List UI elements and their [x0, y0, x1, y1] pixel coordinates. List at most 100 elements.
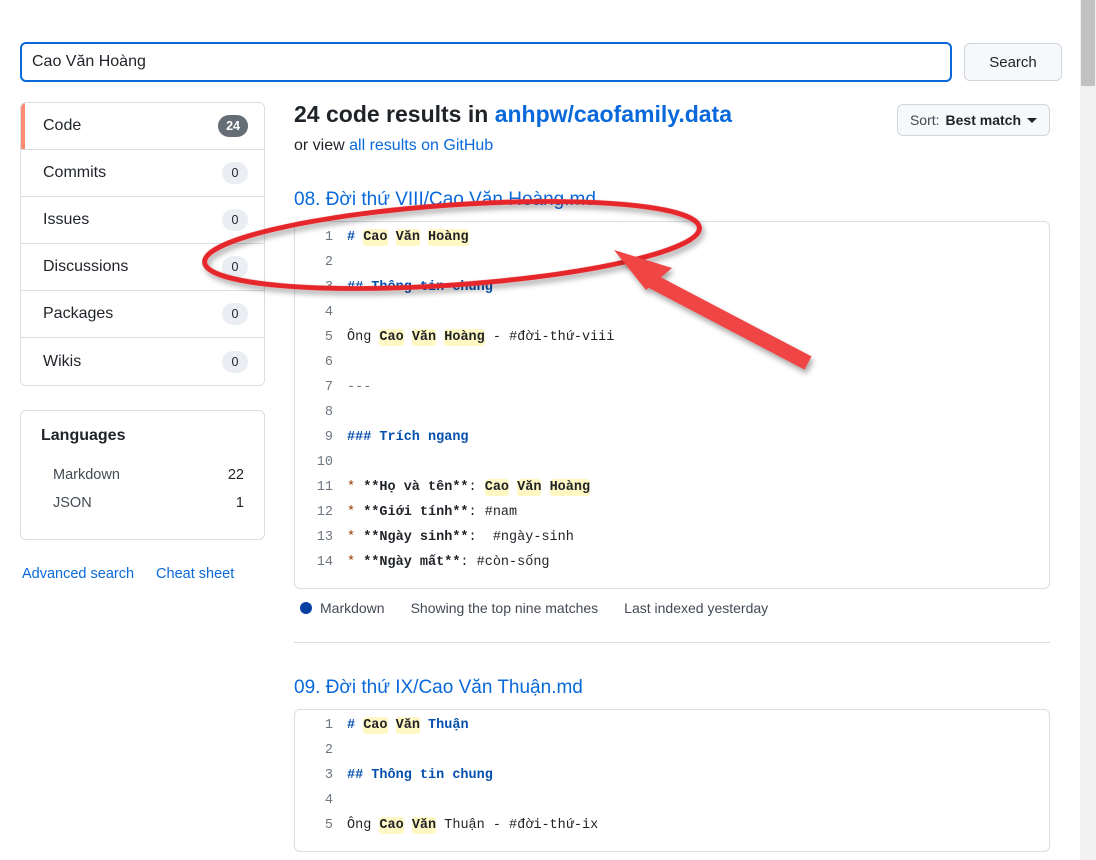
line-number: 11	[295, 480, 347, 495]
chevron-down-icon	[1027, 118, 1037, 123]
cheat-sheet-link[interactable]: Cheat sheet	[156, 566, 234, 582]
line-number: 10	[295, 455, 347, 470]
code-segment: ### Trích ngang	[347, 430, 469, 445]
line-number: 3	[295, 280, 347, 295]
sidebar-item-label: Packages	[43, 305, 113, 323]
code-line: 7---	[295, 380, 1049, 405]
search-term-highlight: Hoàng	[550, 479, 591, 496]
language-filter-markdown[interactable]: Markdown 22	[41, 461, 244, 489]
language-count: 22	[228, 467, 244, 483]
result-metadata: Markdown Showing the top nine matches La…	[294, 600, 1050, 616]
code-line: 5Ông Cao Văn Hoàng - #đời-thứ-viii	[295, 330, 1049, 355]
language-filter-json[interactable]: JSON 1	[41, 489, 244, 517]
sidebar-item-label: Wikis	[43, 353, 81, 371]
code-line: 1# Cao Văn Hoàng	[295, 230, 1049, 255]
code-segment: **Ngày mất**	[363, 555, 460, 570]
line-content: ### Trích ngang	[347, 430, 469, 445]
search-term-highlight: Cao	[363, 717, 387, 734]
or-view-prefix: or view	[294, 137, 349, 154]
sidebar-item-packages[interactable]: Packages 0	[21, 291, 264, 338]
results-divider	[294, 642, 1050, 643]
code-segment	[388, 718, 396, 733]
code-line: 4	[295, 305, 1049, 330]
code-line: 9### Trích ngang	[295, 430, 1049, 455]
code-line: 13* **Ngày sinh**: #ngày-sinh	[295, 530, 1049, 555]
code-segment	[509, 480, 517, 495]
sidebar-item-label: Discussions	[43, 258, 128, 276]
language-name: Markdown	[53, 467, 120, 483]
search-bar: Search	[20, 42, 1080, 82]
line-number: 13	[295, 530, 347, 545]
code-line: 1# Cao Văn Thuận	[295, 718, 1049, 743]
search-button[interactable]: Search	[964, 43, 1062, 81]
line-content: ## Thông tin chung	[347, 768, 493, 783]
search-input[interactable]	[32, 53, 940, 71]
line-content: * **Họ và tên**: Cao Văn Hoàng	[347, 480, 590, 495]
line-content: * **Ngày mất**: #còn-sống	[347, 555, 550, 570]
line-content: Ông Cao Văn Hoàng - #đời-thứ-viii	[347, 330, 614, 345]
line-number: 2	[295, 743, 347, 758]
code-line: 14* **Ngày mất**: #còn-sống	[295, 555, 1049, 580]
page-scrollbar-thumb[interactable]	[1081, 0, 1095, 86]
sidebar-item-commits[interactable]: Commits 0	[21, 150, 264, 197]
sidebar-item-issues[interactable]: Issues 0	[21, 197, 264, 244]
result-language: Markdown	[300, 600, 385, 616]
search-term-highlight: Văn	[396, 229, 420, 246]
sidebar-links: Advanced search Cheat sheet	[20, 566, 265, 582]
page-scrollbar-track[interactable]	[1080, 0, 1096, 860]
code-segment: *	[347, 555, 363, 570]
results-main: 24 code results in anhpw/caofamily.data …	[294, 100, 1050, 852]
repository-link[interactable]: anhpw/caofamily.data	[495, 101, 732, 127]
line-number: 5	[295, 330, 347, 345]
advanced-search-link[interactable]: Advanced search	[22, 566, 134, 582]
code-line: 2	[295, 255, 1049, 280]
search-result-item: 08. Đời thứ VIII/Cao Văn Hoàng.md 1# Cao…	[294, 189, 1050, 616]
line-number: 8	[295, 405, 347, 420]
sidebar-item-label: Commits	[43, 164, 106, 182]
sidebar-item-label: Issues	[43, 211, 89, 229]
result-file-link[interactable]: 09. Đời thứ IX/Cao Văn Thuận.md	[294, 677, 1050, 699]
result-language-label: Markdown	[320, 600, 385, 616]
code-segment: Thuận	[420, 718, 469, 733]
code-line: 4	[295, 793, 1049, 818]
line-number: 2	[295, 255, 347, 270]
sidebar-item-wikis[interactable]: Wikis 0	[21, 338, 264, 385]
sidebar-item-code[interactable]: Code 24	[21, 103, 264, 150]
all-results-link[interactable]: all results on GitHub	[349, 137, 493, 154]
results-header-text: 24 code results in anhpw/caofamily.data …	[294, 100, 732, 155]
code-preview[interactable]: 1# Cao Văn Thuận23## Thông tin chung45Ôn…	[294, 709, 1050, 852]
search-term-highlight: Văn	[412, 817, 436, 834]
code-line: 6	[295, 355, 1049, 380]
code-line: 12* **Giới tính**: #nam	[295, 505, 1049, 530]
results-subtext: or view all results on GitHub	[294, 137, 732, 155]
line-number: 9	[295, 430, 347, 445]
code-segment: *	[347, 480, 363, 495]
line-content: ## Thông tin chung	[347, 280, 493, 295]
code-preview[interactable]: 1# Cao Văn Hoàng2 3## Thông tin chung 45Ôn…	[294, 221, 1050, 589]
search-term-highlight: Văn	[412, 329, 436, 346]
sidebar-item-count: 0	[222, 256, 248, 278]
search-term-highlight: Văn	[517, 479, 541, 496]
language-name: JSON	[53, 495, 92, 511]
code-line: 2	[295, 743, 1049, 768]
line-content: ---	[347, 380, 371, 395]
sidebar: Code 24 Commits 0 Issues 0 Discussions 0…	[20, 102, 265, 582]
code-segment: ---	[347, 380, 371, 395]
result-indexed-note: Last indexed yesterday	[624, 600, 768, 616]
code-segment: :	[469, 480, 485, 495]
sidebar-item-count: 0	[222, 351, 248, 373]
language-color-dot-icon	[300, 602, 312, 614]
search-input-wrapper[interactable]	[20, 42, 952, 82]
results-header: 24 code results in anhpw/caofamily.data …	[294, 100, 1050, 155]
code-segment: **Ngày sinh**	[363, 530, 468, 545]
code-segment: Ông	[347, 330, 379, 345]
sidebar-item-count: 0	[222, 209, 248, 231]
sidebar-item-count: 24	[218, 115, 248, 137]
sidebar-item-discussions[interactable]: Discussions 0	[21, 244, 264, 291]
sidebar-item-label: Code	[43, 117, 81, 135]
code-line: 11* **Họ và tên**: Cao Văn Hoàng	[295, 480, 1049, 505]
line-number: 6	[295, 355, 347, 370]
search-term-highlight: Cao	[379, 817, 403, 834]
result-file-link[interactable]: 08. Đời thứ VIII/Cao Văn Hoàng.md	[294, 189, 1050, 211]
sort-dropdown-button[interactable]: Sort: Best match	[897, 104, 1050, 136]
